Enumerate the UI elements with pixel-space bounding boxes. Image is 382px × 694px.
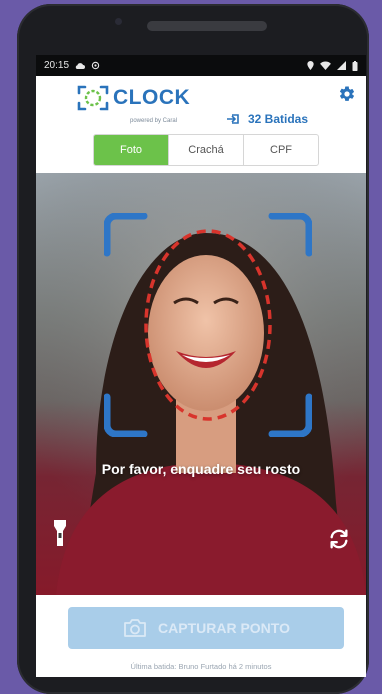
camera-preview: Por favor, enquadre seu rosto — [36, 173, 366, 595]
batidas-count: 32 Batidas — [248, 112, 309, 126]
sync-icon — [91, 61, 100, 70]
logo-mark-icon — [77, 85, 109, 111]
last-punch-text: Última batida: Bruno Furtado há 2 minuto… — [130, 662, 272, 671]
frame-corner-bottom-right — [268, 393, 312, 437]
status-bar: 20:15 — [36, 55, 366, 76]
camera-icon — [124, 619, 146, 637]
frame-corner-top-left — [104, 213, 148, 257]
frame-corner-top-right — [268, 213, 312, 257]
clock-logo: CLOCK — [77, 84, 190, 112]
battery-icon — [352, 60, 358, 71]
frame-corner-bottom-left — [104, 393, 148, 437]
app-header: CLOCK powered by Caral 32 Batidas Foto C… — [36, 76, 366, 173]
phone-speaker — [147, 21, 267, 31]
front-camera-icon — [115, 18, 122, 25]
status-time: 20:15 — [44, 60, 70, 71]
signal-icon — [337, 61, 346, 70]
app-screen: 20:15 CLOCK powered by Caral 32 Batidas … — [36, 55, 366, 677]
gear-icon[interactable] — [338, 85, 356, 103]
batidas-link[interactable]: 32 Batidas — [226, 112, 308, 126]
flashlight-icon[interactable] — [50, 518, 70, 548]
face-frame-guide — [104, 213, 312, 437]
capture-point-button[interactable]: CAPTURAR PONTO — [68, 607, 344, 649]
tab-cpf[interactable]: CPF — [243, 135, 318, 165]
frame-face-prompt: Por favor, enquadre seu rosto — [101, 461, 301, 477]
powered-by-text: powered by Caral — [130, 118, 178, 124]
switch-camera-icon[interactable] — [328, 528, 350, 550]
cloud-icon — [75, 62, 86, 69]
tab-cracha[interactable]: Crachá — [168, 135, 243, 165]
tab-foto[interactable]: Foto — [94, 135, 168, 165]
punch-in-icon — [227, 114, 239, 124]
brand-name: CLOCK — [113, 86, 191, 109]
footer-panel: CAPTURAR PONTO Última batida: Bruno Furt… — [36, 595, 366, 677]
location-icon — [307, 61, 314, 70]
mode-tabs: Foto Crachá CPF — [93, 134, 319, 166]
wifi-icon — [320, 61, 331, 70]
capture-point-label: CAPTURAR PONTO — [158, 620, 290, 636]
face-oval-guide — [144, 229, 272, 421]
